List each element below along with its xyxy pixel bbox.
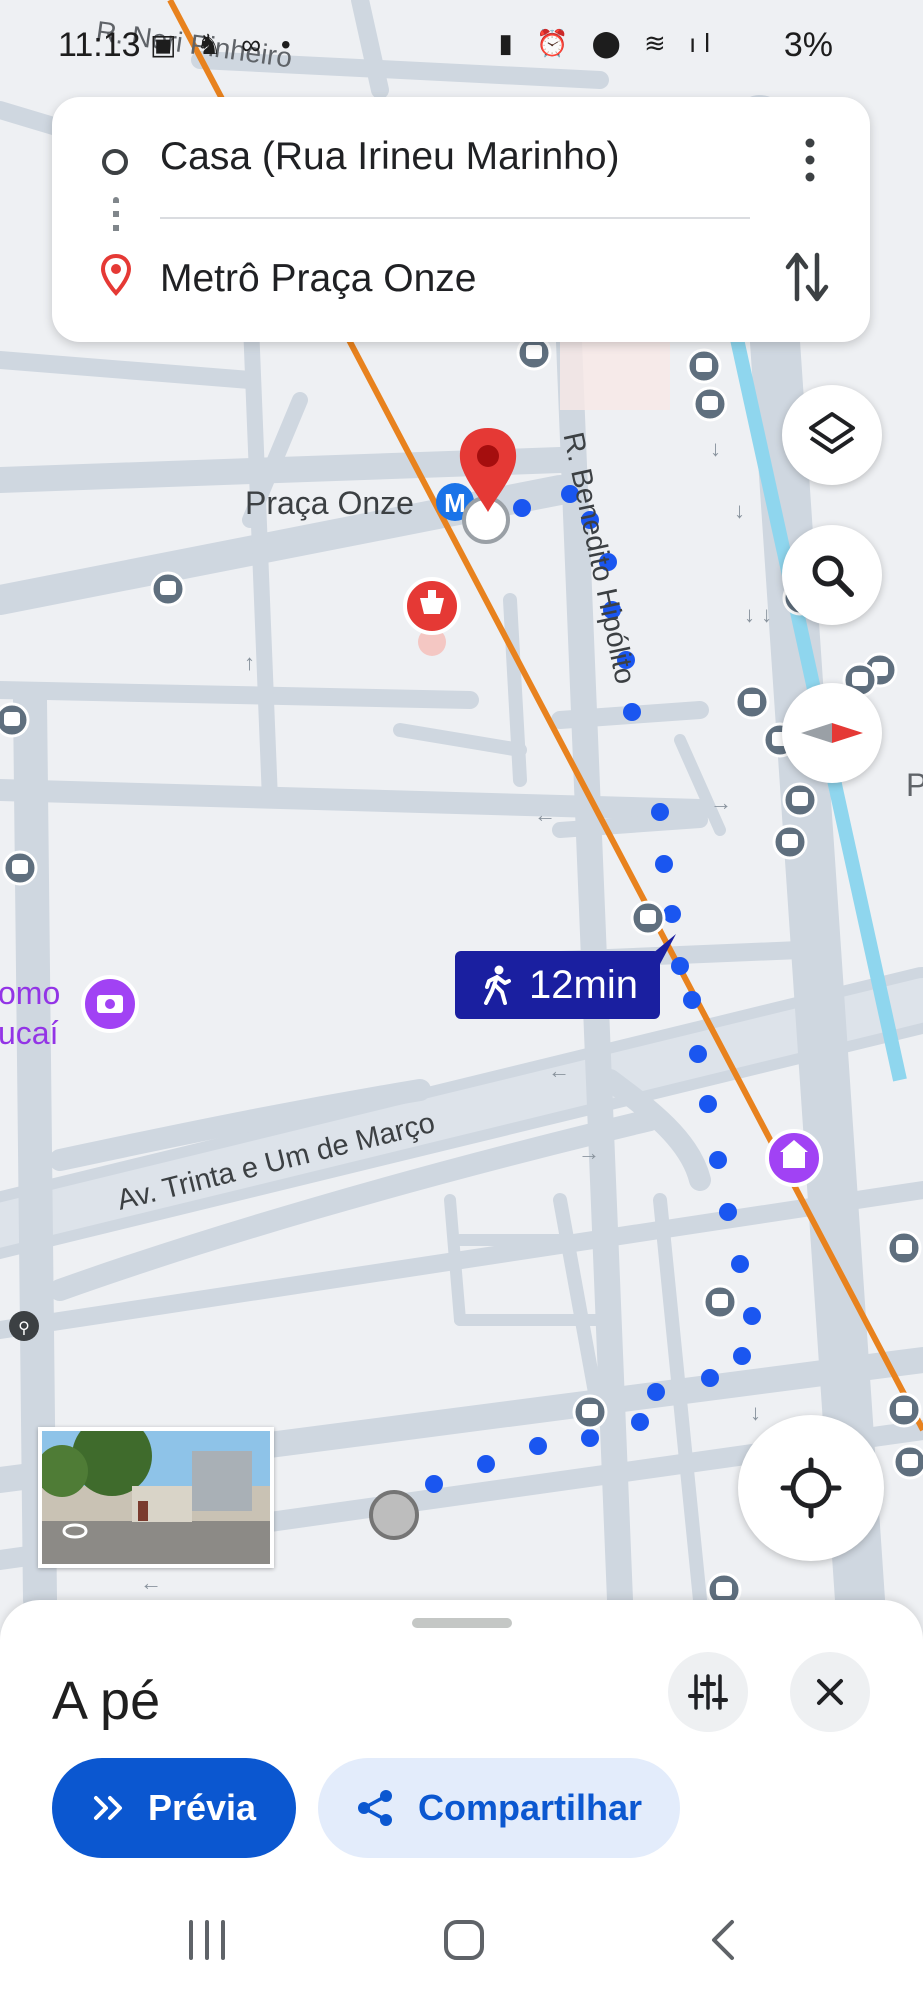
preview-button[interactable]: Prévia bbox=[52, 1758, 296, 1858]
my-location-icon bbox=[780, 1457, 842, 1519]
bus-stop-glyph bbox=[582, 1404, 598, 1418]
station-label: Praça Onze bbox=[245, 485, 414, 521]
destination-pin-small-icon bbox=[100, 253, 132, 296]
svg-text:↓: ↓ bbox=[734, 498, 745, 523]
street-view-image bbox=[42, 1431, 270, 1564]
street-view-thumbnail[interactable] bbox=[38, 1427, 274, 1568]
route-dot bbox=[631, 1413, 649, 1431]
route-dots-icon bbox=[113, 197, 119, 237]
bus-stop-glyph bbox=[640, 910, 656, 924]
bus-stop-glyph bbox=[526, 345, 542, 359]
svg-text:↓: ↓ bbox=[710, 436, 721, 461]
bus-stop-glyph bbox=[896, 1240, 912, 1254]
more-options-icon[interactable] bbox=[790, 135, 830, 185]
bus-stop-glyph bbox=[852, 672, 868, 686]
svg-text:←: ← bbox=[548, 1058, 570, 1083]
sheet-drag-handle[interactable] bbox=[412, 1618, 512, 1628]
system-nav-bar bbox=[0, 1880, 923, 2000]
poi-label-line2: ucaí bbox=[0, 1015, 59, 1051]
route-dot bbox=[731, 1255, 749, 1273]
route-options-button[interactable] bbox=[668, 1652, 748, 1732]
svg-text:→: → bbox=[710, 790, 732, 815]
bus-stop-glyph bbox=[4, 712, 20, 726]
double-chevron-icon bbox=[93, 1796, 122, 1820]
route-dot bbox=[699, 1095, 717, 1113]
recent-apps-icon[interactable] bbox=[185, 1918, 229, 1962]
search-button[interactable] bbox=[782, 525, 882, 625]
tune-icon bbox=[688, 1674, 728, 1710]
edge-label: P bbox=[906, 767, 923, 803]
bus-stop-glyph bbox=[744, 694, 760, 708]
bus-stop-glyph bbox=[782, 834, 798, 848]
route-dot bbox=[709, 1151, 727, 1169]
walking-icon bbox=[484, 965, 511, 1005]
bike-icon: ⚲ bbox=[9, 1311, 39, 1341]
route-dot bbox=[743, 1307, 761, 1325]
travel-mode-title: A pé bbox=[52, 1671, 161, 1731]
svg-text:↑: ↑ bbox=[244, 650, 255, 675]
my-location-button[interactable] bbox=[738, 1415, 884, 1561]
compass-icon bbox=[801, 723, 863, 743]
back-icon[interactable] bbox=[708, 1918, 738, 1962]
bus-stop-glyph bbox=[702, 396, 718, 410]
bus-stop-glyph bbox=[696, 358, 712, 372]
svg-text:←: ← bbox=[534, 802, 556, 827]
eta-pointer bbox=[640, 934, 676, 964]
swap-route-icon[interactable] bbox=[782, 247, 832, 307]
home-icon[interactable] bbox=[442, 1918, 486, 1962]
route-dot bbox=[701, 1369, 719, 1387]
route-dot bbox=[689, 1045, 707, 1063]
bus-stop-glyph bbox=[716, 1582, 732, 1596]
route-dot bbox=[663, 905, 681, 923]
landmark-poi-icon[interactable] bbox=[765, 1129, 823, 1187]
compass-button[interactable] bbox=[782, 683, 882, 783]
bus-stop-glyph bbox=[160, 581, 176, 595]
route-dot bbox=[529, 1437, 547, 1455]
origin-circle-icon bbox=[102, 149, 128, 175]
route-dot bbox=[513, 499, 531, 517]
divider bbox=[160, 217, 750, 219]
svg-text:M: M bbox=[444, 488, 466, 518]
route-dot bbox=[623, 703, 641, 721]
close-icon bbox=[817, 1679, 843, 1705]
route-dot bbox=[477, 1455, 495, 1473]
svg-text:↓ ↓: ↓ ↓ bbox=[744, 602, 772, 627]
share-icon bbox=[357, 1790, 392, 1826]
close-button[interactable] bbox=[790, 1652, 870, 1732]
svg-text:←: ← bbox=[140, 1570, 162, 1595]
share-label: Compartilhar bbox=[417, 1787, 643, 1828]
bus-stop-glyph bbox=[902, 1454, 918, 1468]
bus-stop-glyph bbox=[896, 1402, 912, 1416]
route-dot bbox=[683, 991, 701, 1009]
bus-stop-glyph bbox=[792, 792, 808, 806]
search-icon bbox=[812, 555, 854, 597]
layers-button[interactable] bbox=[782, 385, 882, 485]
svg-text:→: → bbox=[578, 1140, 600, 1165]
bus-stop-glyph bbox=[712, 1294, 728, 1308]
route-dot bbox=[581, 1429, 599, 1447]
origin-marker[interactable] bbox=[369, 1490, 419, 1540]
bus-stop-glyph bbox=[12, 860, 28, 874]
poi-label-line1: omo bbox=[0, 975, 60, 1011]
route-dot bbox=[651, 803, 669, 821]
route-dot bbox=[647, 1383, 665, 1401]
layers-icon bbox=[809, 412, 855, 454]
svg-text:↓: ↓ bbox=[750, 1400, 761, 1425]
eta-text: 12min bbox=[529, 962, 638, 1007]
origin-field[interactable]: Casa (Rua Irineu Marinho) bbox=[160, 135, 620, 179]
eta-badge: 12min bbox=[455, 951, 660, 1019]
route-dot bbox=[733, 1347, 751, 1365]
preview-label: Prévia bbox=[147, 1787, 257, 1828]
route-dot bbox=[719, 1203, 737, 1221]
share-button[interactable]: Compartilhar bbox=[318, 1758, 680, 1858]
route-dot bbox=[425, 1475, 443, 1493]
route-dot bbox=[655, 855, 673, 873]
destination-field[interactable]: Metrô Praça Onze bbox=[160, 257, 476, 301]
camera-poi-icon[interactable] bbox=[81, 975, 139, 1033]
svg-text:⚲: ⚲ bbox=[18, 1320, 30, 1337]
route-card: Casa (Rua Irineu Marinho) Metrô Praça On… bbox=[52, 97, 870, 342]
